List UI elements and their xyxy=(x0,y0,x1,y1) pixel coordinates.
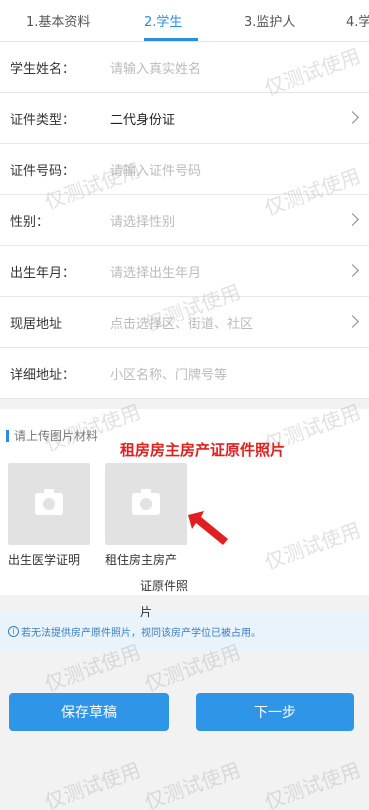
annotation-text: 租房房主房产证原件照片 xyxy=(120,441,286,459)
tab-label: 4.学 xyxy=(346,15,369,30)
id-type-row[interactable]: 证件类型： 二代身份证 xyxy=(0,93,369,144)
tab-label: 1.基本资料 xyxy=(26,15,91,30)
step-tabs: 1.基本资料 2.学生 3.监护人 4.学 xyxy=(0,0,369,42)
current-address-label: 现居地址 xyxy=(10,316,63,332)
tab-basic-info[interactable]: 1.基本资料 xyxy=(0,0,112,41)
student-form: 学生姓名： 请输入真实姓名 证件类型： 二代身份证 证件号码： 请输入证件号码 … xyxy=(0,42,369,399)
red-arrow-icon xyxy=(188,511,228,545)
tab-label: 3.监护人 xyxy=(244,15,296,30)
birth-certificate-upload[interactable] xyxy=(8,463,90,545)
id-number-label: 证件号码： xyxy=(10,163,76,179)
upload-title-text: 请上传图片材料 xyxy=(14,429,99,443)
chevron-right-icon xyxy=(346,264,359,277)
caption-line: 租住房主房产 xyxy=(105,553,178,567)
tab-step-4[interactable]: 4.学 xyxy=(318,0,369,41)
tab-student[interactable]: 2.学生 xyxy=(112,0,202,41)
birth-select[interactable]: 请选择出生年月 xyxy=(110,262,201,281)
tab-guardian[interactable]: 3.监护人 xyxy=(202,0,318,41)
section-marker xyxy=(6,429,9,442)
id-number-input[interactable]: 请输入证件号码 xyxy=(110,160,201,179)
detail-address-input[interactable]: 小区名称、门牌号等 xyxy=(110,364,227,383)
student-name-label: 学生姓名： xyxy=(10,61,76,77)
gender-row[interactable]: 性别： 请选择性别 xyxy=(0,195,369,246)
watermark: 仅测试使用 xyxy=(41,757,144,810)
property-certificate-upload[interactable] xyxy=(105,463,187,545)
photo-caption: 租住房主房产 证原件照片 xyxy=(105,547,191,625)
camera-icon xyxy=(35,489,63,515)
camera-icon xyxy=(132,489,160,515)
id-type-label: 证件类型： xyxy=(10,112,76,128)
upload-section: 请上传图片材料 租房房主房产证原件照片 出生医学证明 租住房主房产 证原件照片 xyxy=(0,409,369,619)
upload-title: 请上传图片材料 xyxy=(6,427,98,444)
current-address-row[interactable]: 现居地址 点击选择区、街道、社区 xyxy=(0,297,369,348)
notice-text: 若无法提供房产原件照片，视同该房产学位已被占用。 xyxy=(21,627,261,639)
chevron-right-icon xyxy=(346,111,359,124)
birth-label: 出生年月： xyxy=(10,265,76,281)
caption-line: 证原件照片 xyxy=(140,579,189,619)
watermark: 仅测试使用 xyxy=(141,757,244,810)
watermark: 仅测试使用 xyxy=(261,757,364,810)
birth-row[interactable]: 出生年月： 请选择出生年月 xyxy=(0,246,369,297)
action-bar: 保存草稿 下一步 xyxy=(0,693,369,731)
detail-address-row[interactable]: 详细地址： 小区名称、门牌号等 xyxy=(0,348,369,399)
gender-label: 性别： xyxy=(10,214,50,230)
chevron-right-icon xyxy=(346,315,359,328)
next-step-button[interactable]: 下一步 xyxy=(196,693,354,731)
info-icon: i xyxy=(8,625,19,637)
student-name-row[interactable]: 学生姓名： 请输入真实姓名 xyxy=(0,42,369,93)
student-name-input[interactable]: 请输入真实姓名 xyxy=(110,58,201,77)
save-draft-button[interactable]: 保存草稿 xyxy=(9,693,169,731)
chevron-right-icon xyxy=(346,213,359,226)
photo-caption: 出生医学证明 xyxy=(8,553,81,567)
id-number-row[interactable]: 证件号码： 请输入证件号码 xyxy=(0,144,369,195)
detail-address-label: 详细地址： xyxy=(10,367,76,383)
current-address-select[interactable]: 点击选择区、街道、社区 xyxy=(110,313,253,332)
id-type-select[interactable]: 二代身份证 xyxy=(110,109,175,128)
tab-label: 2.学生 xyxy=(144,15,183,30)
gender-select[interactable]: 请选择性别 xyxy=(110,211,175,230)
